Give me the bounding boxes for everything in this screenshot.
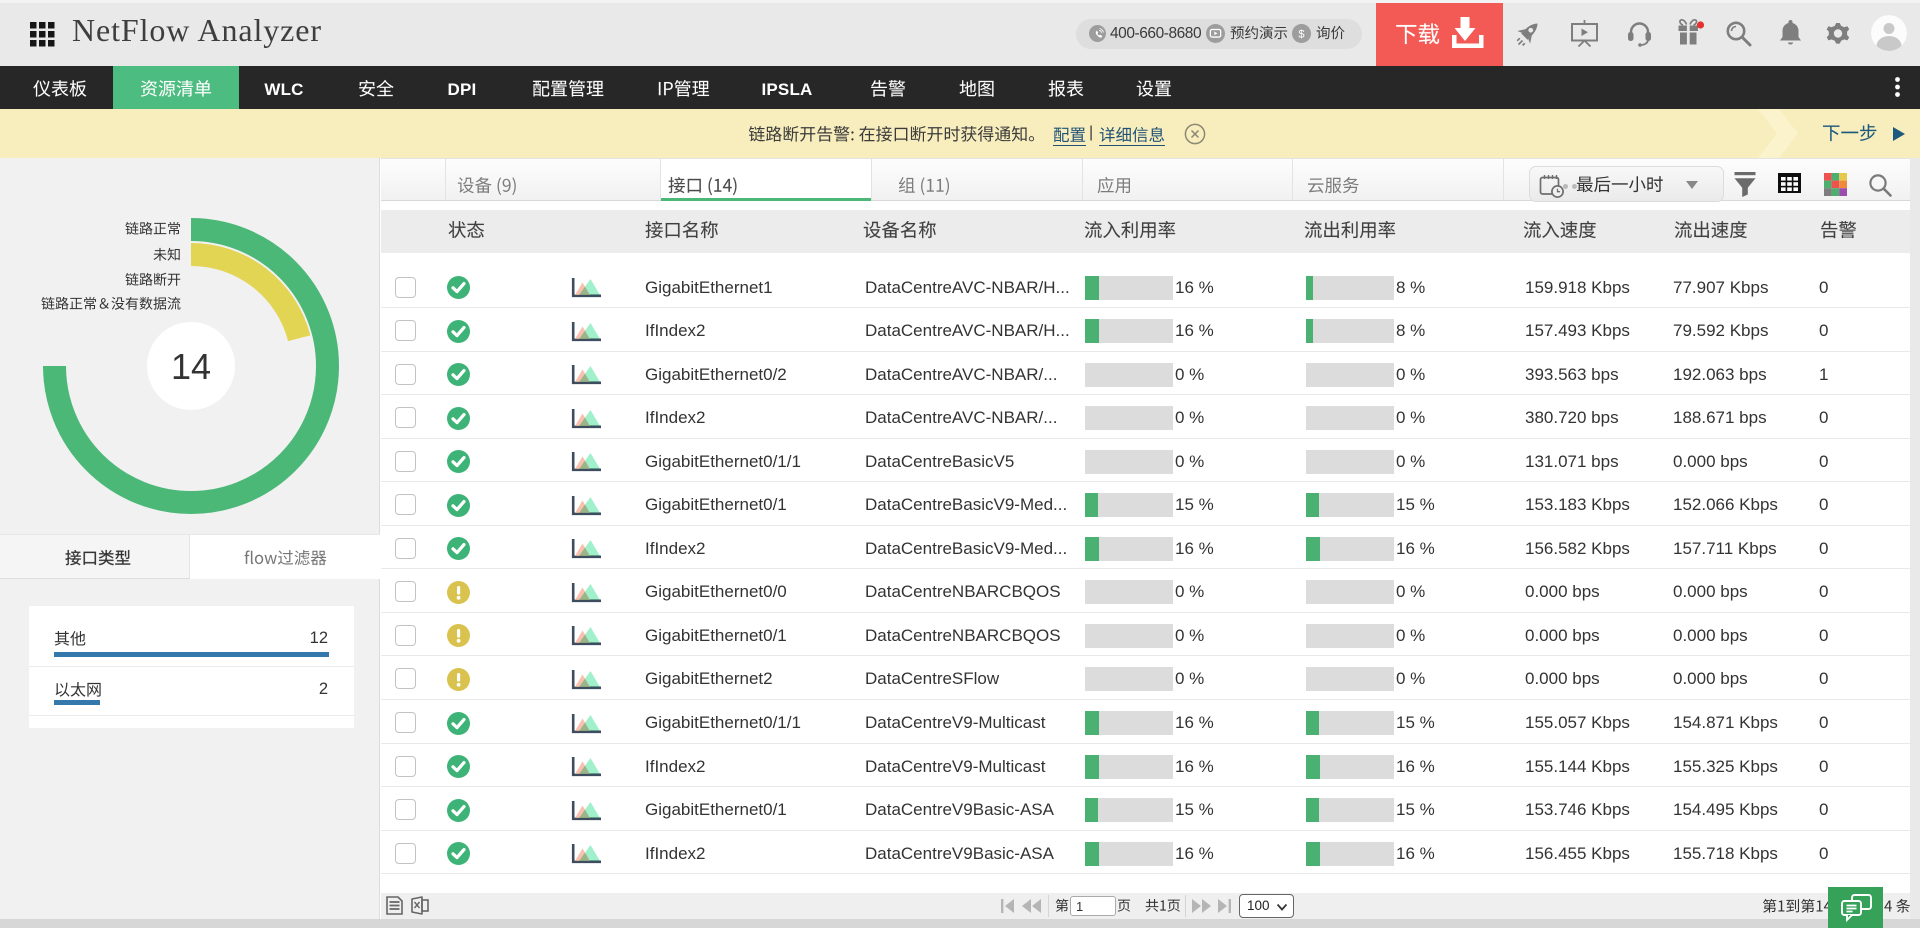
svg-text:$: $ [1298, 28, 1304, 40]
